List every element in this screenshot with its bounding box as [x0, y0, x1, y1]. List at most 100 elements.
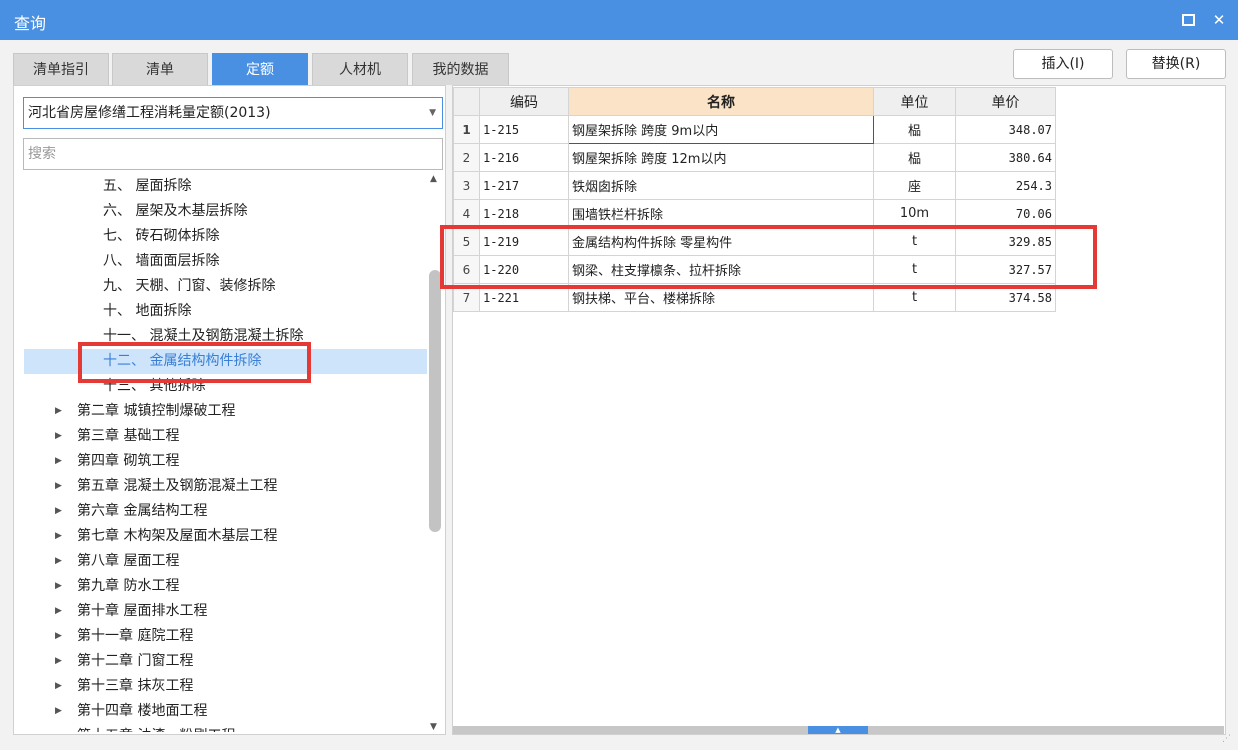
tree-item-label: 第五章 混凝土及钢筋混凝土工程 [77, 478, 278, 494]
insert-button[interactable]: 插入(I) [1013, 49, 1113, 79]
tab-quota[interactable]: 定额 [212, 53, 308, 85]
tree-chapter[interactable]: ▶ 第六章 金属结构工程 [24, 499, 427, 524]
expand-arrow-icon[interactable]: ▶ [55, 549, 62, 574]
resize-grip-icon[interactable]: ⋰ [1222, 734, 1231, 744]
tree-item-label: 第九章 防水工程 [77, 578, 180, 594]
splitter-handle-icon[interactable]: ▲ [808, 726, 868, 734]
cell-name[interactable]: 铁烟囱拆除 [568, 171, 874, 200]
tree-item-label: 第十五章 油漆、粉刷工程 [77, 724, 235, 732]
tab-bill-guide[interactable]: 清单指引 [13, 53, 109, 85]
tree-chapter[interactable]: ▶ 第十一章 庭院工程 [24, 624, 427, 649]
cell-code[interactable]: 1-216 [479, 143, 569, 172]
tree-item-label: 第六章 金属结构工程 [77, 503, 208, 519]
tree-item-label: 第十章 屋面排水工程 [77, 603, 208, 619]
table-header-row: 编码 名称 单位 单价 [453, 87, 1056, 116]
cell-unit[interactable]: 榀 [873, 143, 956, 172]
cell-unit[interactable]: 座 [873, 171, 956, 200]
expand-arrow-icon[interactable]: ▶ [55, 449, 62, 474]
tree-item-label: 八、 墙面面层拆除 [103, 253, 220, 269]
tree-item-label: 第三章 基础工程 [77, 428, 180, 444]
tree-item-label: 第二章 城镇控制爆破工程 [77, 403, 236, 419]
header-price[interactable]: 单价 [955, 87, 1056, 116]
tree-chapter[interactable]: ▶ 第十章 屋面排水工程 [24, 599, 427, 624]
tree-item[interactable]: 十、 地面拆除 [24, 299, 427, 324]
cell-price[interactable]: 380.64 [955, 143, 1056, 172]
tree-chapter[interactable]: ▶ 第十四章 楼地面工程 [24, 699, 427, 724]
cell-name[interactable]: 钢屋架拆除 跨度 9m以内 [568, 115, 874, 144]
restore-button[interactable] [1176, 8, 1200, 32]
chapter-tree: 五、 屋面拆除 六、 屋架及木基层拆除 七、 砖石砌体拆除 八、 墙面面层拆除 … [24, 174, 427, 732]
tree-item-label: 第十二章 门窗工程 [77, 653, 194, 669]
row-index: 2 [453, 143, 480, 172]
tree-chapter[interactable]: ▶ 第八章 屋面工程 [24, 549, 427, 574]
quota-library-value: 河北省房屋修缮工程消耗量定额(2013) [28, 105, 271, 121]
close-button[interactable]: ✕ [1207, 8, 1231, 32]
expand-arrow-icon[interactable]: ▶ [55, 474, 62, 499]
table-row[interactable]: 1 1-215 钢屋架拆除 跨度 9m以内 榀 348.07 [453, 115, 1056, 144]
cell-name[interactable]: 钢屋架拆除 跨度 12m以内 [568, 143, 874, 172]
tree-chapter[interactable]: ▶ 第十三章 抹灰工程 [24, 674, 427, 699]
cell-code[interactable]: 1-218 [479, 199, 569, 228]
expand-arrow-icon[interactable]: ▶ [55, 399, 62, 424]
tree-item-label: 五、 屋面拆除 [103, 178, 192, 194]
tab-my-data[interactable]: 我的数据 [412, 53, 509, 85]
tree-item-label: 九、 天棚、门窗、装修拆除 [103, 278, 276, 294]
expand-arrow-icon[interactable]: ▶ [55, 724, 62, 732]
tree-item-label: 第四章 砌筑工程 [77, 453, 180, 469]
tree-chapter[interactable]: ▶ 第九章 防水工程 [24, 574, 427, 599]
expand-arrow-icon[interactable]: ▶ [55, 424, 62, 449]
cell-name[interactable]: 围墙铁栏杆拆除 [568, 199, 874, 228]
tab-materials[interactable]: 人材机 [312, 53, 408, 85]
expand-arrow-icon[interactable]: ▶ [55, 524, 62, 549]
expand-arrow-icon[interactable]: ▶ [55, 599, 62, 624]
expand-arrow-icon[interactable]: ▶ [55, 499, 62, 524]
tree-chapter[interactable]: ▶ 第三章 基础工程 [24, 424, 427, 449]
tree-chapter[interactable]: ▶ 第十五章 油漆、粉刷工程 [24, 724, 427, 732]
tree-item-label: 第八章 屋面工程 [77, 553, 180, 569]
table-row[interactable]: 2 1-216 钢屋架拆除 跨度 12m以内 榀 380.64 [453, 143, 1056, 172]
cell-price[interactable]: 70.06 [955, 199, 1056, 228]
tree-item[interactable]: 五、 屋面拆除 [24, 174, 427, 199]
tree-chapter[interactable]: ▶ 第七章 木构架及屋面木基层工程 [24, 524, 427, 549]
row-index: 4 [453, 199, 480, 228]
cell-price[interactable]: 348.07 [955, 115, 1056, 144]
scroll-up-icon[interactable]: ▲ [430, 174, 437, 184]
row-index: 1 [453, 115, 480, 144]
cell-code[interactable]: 1-217 [479, 171, 569, 200]
expand-arrow-icon[interactable]: ▶ [55, 574, 62, 599]
tree-item-label: 第十四章 楼地面工程 [77, 703, 208, 719]
expand-arrow-icon[interactable]: ▶ [55, 699, 62, 724]
tree-chapter[interactable]: ▶ 第二章 城镇控制爆破工程 [24, 399, 427, 424]
tree-item[interactable]: 六、 屋架及木基层拆除 [24, 199, 427, 224]
cell-price[interactable]: 254.3 [955, 171, 1056, 200]
scroll-down-icon[interactable]: ▼ [430, 722, 437, 732]
cell-code[interactable]: 1-215 [479, 115, 569, 144]
horizontal-scrollbar[interactable]: ▲ [453, 726, 1224, 734]
header-code[interactable]: 编码 [479, 87, 569, 116]
quota-library-select[interactable]: 河北省房屋修缮工程消耗量定额(2013) ▼ [23, 97, 443, 129]
expand-arrow-icon[interactable]: ▶ [55, 674, 62, 699]
table-row[interactable]: 3 1-217 铁烟囱拆除 座 254.3 [453, 171, 1056, 200]
restore-icon [1181, 13, 1195, 26]
header-name[interactable]: 名称 [568, 87, 874, 116]
chevron-down-icon[interactable]: ▼ [429, 98, 436, 128]
tree-chapter[interactable]: ▶ 第十二章 门窗工程 [24, 649, 427, 674]
expand-arrow-icon[interactable]: ▶ [55, 624, 62, 649]
table-row[interactable]: 4 1-218 围墙铁栏杆拆除 10m 70.06 [453, 199, 1056, 228]
tree-item[interactable]: 九、 天棚、门窗、装修拆除 [24, 274, 427, 299]
cell-unit[interactable]: 榀 [873, 115, 956, 144]
expand-arrow-icon[interactable]: ▶ [55, 649, 62, 674]
tree-item[interactable]: 七、 砖石砌体拆除 [24, 224, 427, 249]
scrollbar-thumb[interactable] [429, 270, 441, 532]
tree-item-label: 六、 屋架及木基层拆除 [103, 203, 248, 219]
tab-bill[interactable]: 清单 [112, 53, 208, 85]
highlight-box-rows [440, 225, 1097, 289]
search-input[interactable] [23, 138, 443, 170]
replace-button[interactable]: 替换(R) [1126, 49, 1226, 79]
tree-item-label: 十、 地面拆除 [103, 303, 192, 319]
cell-unit[interactable]: 10m [873, 199, 956, 228]
tree-item[interactable]: 八、 墙面面层拆除 [24, 249, 427, 274]
header-unit[interactable]: 单位 [873, 87, 956, 116]
tree-chapter[interactable]: ▶ 第五章 混凝土及钢筋混凝土工程 [24, 474, 427, 499]
tree-chapter[interactable]: ▶ 第四章 砌筑工程 [24, 449, 427, 474]
